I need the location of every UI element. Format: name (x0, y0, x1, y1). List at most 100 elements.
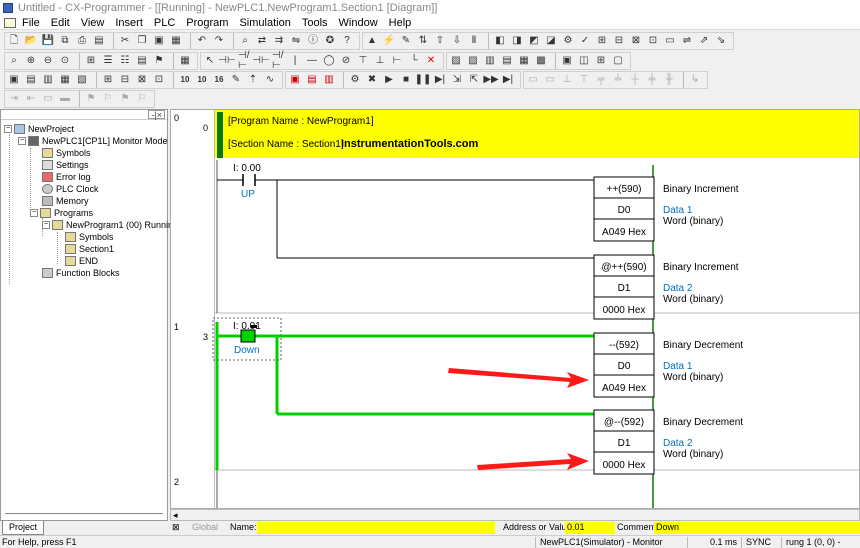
compare-icon[interactable]: ⧉ (58, 34, 72, 48)
or-nc-contact-icon[interactable]: ⊣/⊢ (271, 51, 285, 71)
tree-item-plc-clock[interactable]: PLC Clock (42, 183, 99, 195)
sim-step-out-icon[interactable]: ⇱ (467, 73, 481, 87)
menu-tools[interactable]: Tools (302, 17, 328, 29)
force-on-icon[interactable]: ⇗ (697, 34, 711, 48)
delete-icon[interactable]: ▦ (169, 34, 183, 48)
tree-item-memory[interactable]: Memory (42, 195, 89, 207)
sim-window-icon[interactable]: ▣ (288, 73, 302, 87)
signed-icon[interactable]: ⊡ (152, 73, 166, 87)
online-edit-icon[interactable]: ✎ (399, 34, 413, 48)
zoom-fit-icon[interactable]: ⊙ (58, 54, 72, 68)
monitor-icon[interactable]: ▤ (135, 54, 149, 68)
tree-item-error-log[interactable]: Error log (42, 171, 91, 183)
global-label[interactable]: Global (192, 522, 218, 532)
sim-scan-icon[interactable]: ▶| (501, 73, 515, 87)
horizontal-line-icon[interactable]: — (305, 54, 319, 68)
transfer-from-plc-icon[interactable]: ⇩ (450, 34, 464, 48)
tree-item-program-symbols[interactable]: Symbols (65, 231, 114, 243)
data-trace-icon[interactable]: ⊟ (612, 34, 626, 48)
comment-field[interactable]: Down (654, 522, 860, 534)
menu-plc[interactable]: PLC (154, 17, 175, 29)
cascade-icon[interactable]: ◫ (577, 54, 591, 68)
format-10-icon[interactable]: 10 (178, 73, 192, 87)
find-next-icon[interactable]: ⇉ (272, 34, 286, 48)
st-view-icon[interactable]: ▥ (483, 54, 497, 68)
tree-item-program1[interactable]: − NewProgram1 (00) Runnir (42, 219, 171, 231)
format-16-icon[interactable]: 16 (212, 73, 226, 87)
pane-close-icon[interactable]: -|× (148, 110, 165, 120)
rung-comments-icon[interactable]: ☷ (118, 54, 132, 68)
xref-window-icon[interactable]: ▦ (58, 73, 72, 87)
document-icon[interactable] (4, 17, 16, 28)
symbol-table-icon[interactable]: ▦ (178, 54, 192, 68)
force-icon[interactable]: ⇡ (246, 73, 260, 87)
debug-mode-icon[interactable]: ◨ (510, 34, 524, 48)
horizontal-scrollbar[interactable]: ◂ (170, 509, 860, 521)
vertical-line-icon[interactable]: | (288, 54, 302, 68)
save-icon[interactable]: 💾 (41, 34, 55, 48)
delete-line-icon[interactable]: ✕ (424, 54, 438, 68)
name-field[interactable] (257, 522, 495, 534)
grid-icon[interactable]: ⊞ (84, 54, 98, 68)
info-icon[interactable]: ⓘ (306, 34, 320, 48)
decimal-icon[interactable]: ⊟ (118, 73, 132, 87)
replace-all-icon[interactable]: ⇋ (289, 34, 303, 48)
copy-icon[interactable]: ❐ (135, 34, 149, 48)
tree-item-end[interactable]: END (65, 255, 98, 267)
address-reference-icon[interactable]: ⊡ (646, 34, 660, 48)
global-toggle-icon[interactable]: ⊠ (172, 522, 180, 533)
sim-step-run-icon[interactable]: ▶| (433, 73, 447, 87)
line-connect-icon[interactable]: └ (407, 54, 421, 68)
print-preview-icon[interactable]: ▤ (92, 34, 106, 48)
program-mode-icon[interactable]: ◧ (493, 34, 507, 48)
menu-insert[interactable]: Insert (115, 17, 143, 29)
new-file-icon[interactable]: 🗋 (7, 34, 21, 48)
sim-break-icon[interactable]: ✖ (365, 73, 379, 87)
tree-item-symbols[interactable]: Symbols (42, 147, 91, 159)
menu-simulation[interactable]: Simulation (239, 17, 290, 29)
watch-icon[interactable]: ▥ (41, 73, 55, 87)
zoom-out-icon[interactable]: ⊖ (41, 54, 55, 68)
redo-icon[interactable]: ↷ (212, 34, 226, 48)
set-value-icon[interactable]: ✎ (229, 73, 243, 87)
scroll-left-icon[interactable]: ◂ (173, 510, 178, 520)
output-icon[interactable]: ▤ (24, 73, 38, 87)
menu-file[interactable]: File (22, 17, 40, 29)
force-off-icon[interactable]: ⇘ (714, 34, 728, 48)
sim-stop-square-icon[interactable]: ■ (399, 73, 413, 87)
tile-icon[interactable]: ⊞ (594, 54, 608, 68)
tree-item-section1[interactable]: Section1 (65, 243, 114, 255)
select-icon[interactable]: ↖ (203, 54, 217, 68)
format-bin-icon[interactable]: 10 (195, 73, 209, 87)
cut-icon[interactable]: ✂ (118, 34, 132, 48)
bit-test-nc-icon[interactable]: ⊥ (373, 54, 387, 68)
bit-test-icon[interactable]: ⊤ (356, 54, 370, 68)
memory-view-icon[interactable]: ▩ (534, 54, 548, 68)
coil-icon[interactable]: ◯ (322, 54, 336, 68)
zoom-in-icon[interactable]: ⊕ (24, 54, 38, 68)
compile-icon[interactable]: ⚙ (561, 34, 575, 48)
collapse-icon[interactable]: − (18, 137, 26, 145)
differential-monitor-icon[interactable]: ∿ (263, 73, 277, 87)
collapse-icon[interactable]: − (4, 125, 12, 133)
project-window-icon[interactable]: ▣ (7, 73, 21, 87)
menu-program[interactable]: Program (186, 17, 228, 29)
io-table-icon[interactable]: ▦ (517, 54, 531, 68)
sim-run-icon[interactable]: ▶ (382, 73, 396, 87)
hex-icon[interactable]: ⊠ (135, 73, 149, 87)
run-mode-icon[interactable]: ◪ (544, 34, 558, 48)
window-list-icon[interactable]: ▣ (560, 54, 574, 68)
verify-icon[interactable]: ✓ (578, 34, 592, 48)
collapse-icon[interactable]: − (42, 221, 50, 229)
tree-item-settings[interactable]: Settings (42, 159, 89, 171)
address-field[interactable]: 0.01 (565, 522, 615, 534)
bookmark-icon[interactable]: ⚑ (152, 54, 166, 68)
properties-icon[interactable]: ▧ (75, 73, 89, 87)
tree-item-function-blocks[interactable]: Function Blocks (42, 267, 120, 279)
arrange-icon[interactable]: ▢ (611, 54, 625, 68)
sim-debug-icon[interactable]: ▤ (305, 73, 319, 87)
print-icon[interactable]: ⎙ (75, 34, 89, 48)
cross-reference-icon[interactable]: ⊞ (595, 34, 609, 48)
transfer-icon[interactable]: ⇅ (416, 34, 430, 48)
or-contact-icon[interactable]: ⊣⊢ (252, 54, 269, 68)
